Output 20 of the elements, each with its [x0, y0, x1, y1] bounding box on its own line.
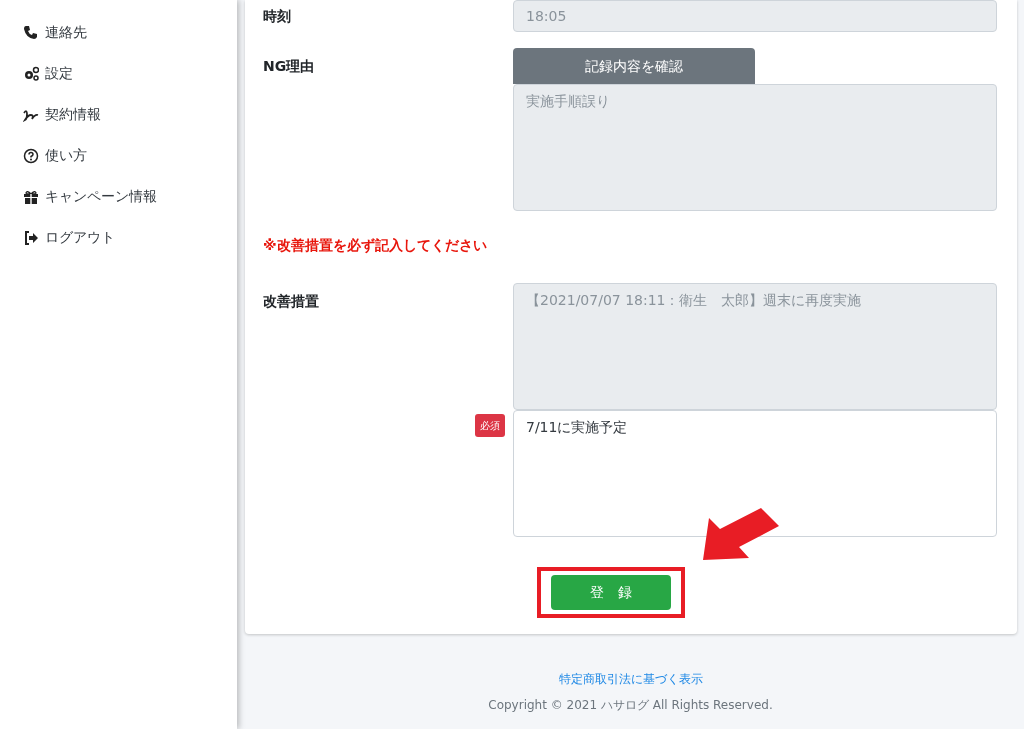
gift-icon	[23, 188, 39, 205]
phone-icon	[23, 24, 39, 41]
sidebar-item[interactable]: 設定	[0, 53, 237, 94]
question-icon	[23, 147, 39, 164]
sidebar-item[interactable]: キャンペーン情報	[0, 176, 237, 217]
sidebar-item[interactable]: 連絡先	[0, 12, 237, 53]
sidebar-item[interactable]: 使い方	[0, 135, 237, 176]
legal-notice-link[interactable]: 特定商取引法に基づく表示	[558, 672, 703, 686]
field-label: 時刻	[263, 6, 292, 26]
required-badge: 必須	[475, 414, 505, 437]
gears-icon	[23, 65, 39, 82]
field-label: NG理由	[263, 57, 316, 76]
copyright-text: Copyright © 2021 ハサログ All Rights Reserved.	[487, 697, 774, 714]
logout-icon	[23, 229, 39, 246]
sidebar-item[interactable]: ログアウト	[0, 217, 237, 258]
sidebar-item[interactable]: 契約情報	[0, 94, 237, 135]
annotation-arrow-icon	[703, 508, 779, 560]
improvement-textarea[interactable]: 7/11に実施予定	[513, 410, 997, 537]
warning-text: ※改善措置を必ず記入してください	[263, 236, 488, 255]
field-label: 改善措置	[263, 292, 320, 311]
